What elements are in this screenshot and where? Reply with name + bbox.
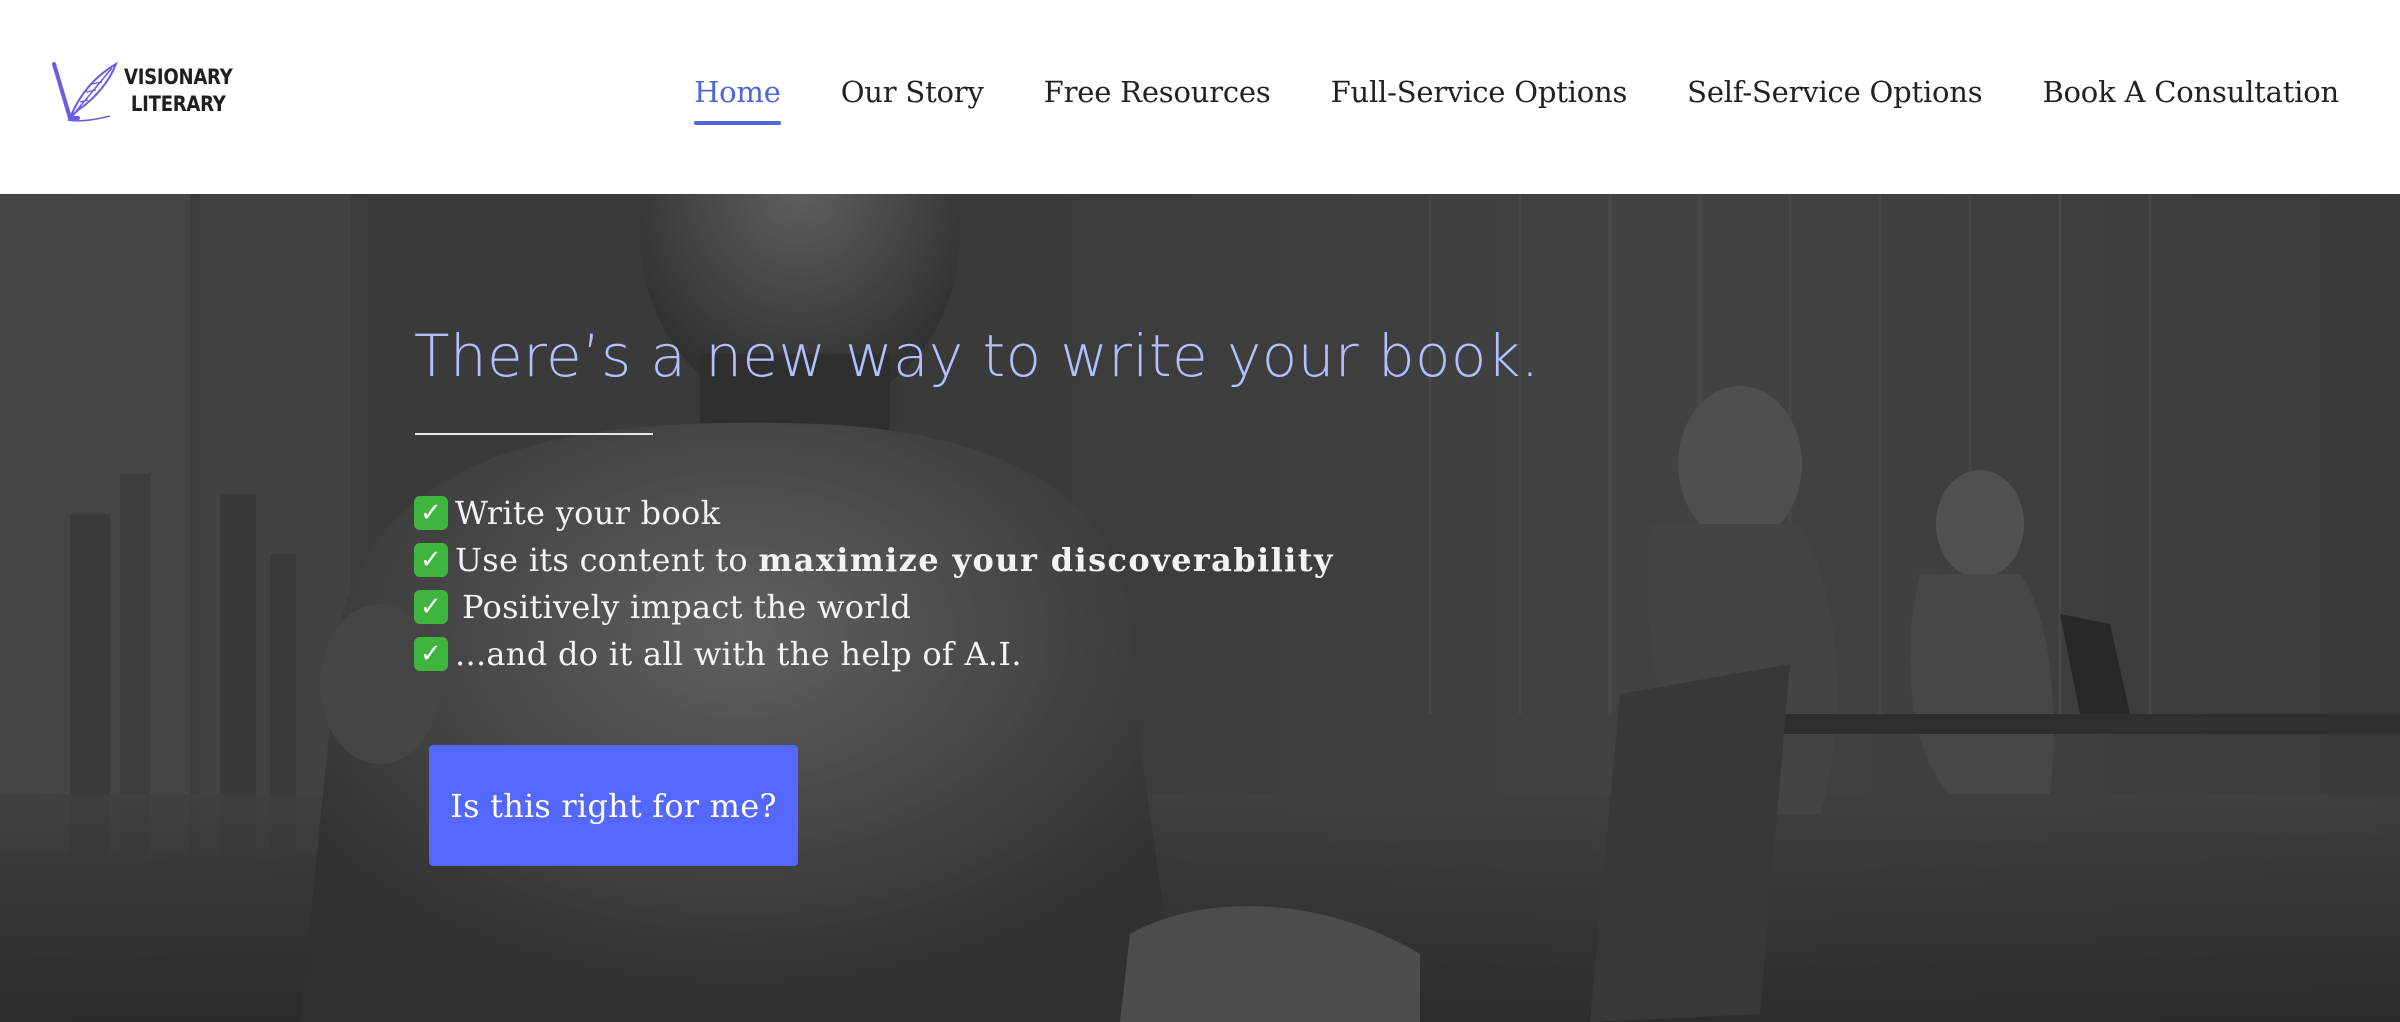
- benefit-text: ...and do it all with the help of A.I.: [455, 634, 1022, 673]
- logo-wordmark: VISIONARY LITERARY: [124, 64, 233, 118]
- benefit-text: Use its content to maximize your discove…: [455, 541, 1334, 579]
- benefit-bold: maximize your discoverability: [758, 540, 1334, 579]
- hero-section: There’s a new way to write your book. ✓ …: [0, 194, 2400, 1022]
- benefit-text: Write your book: [455, 493, 721, 532]
- nav-full-service-options[interactable]: Full-Service Options: [1331, 62, 1628, 122]
- nav-home[interactable]: Home: [694, 62, 781, 125]
- nav-free-resources[interactable]: Free Resources: [1044, 62, 1271, 122]
- check-mark-icon: ✓: [414, 495, 448, 530]
- site-header: VISIONARY LITERARY Home Our Story Free R…: [0, 0, 2400, 194]
- nav-our-story[interactable]: Our Story: [841, 62, 984, 122]
- benefit-item: ✓ ...and do it all with the help of A.I.: [414, 630, 1334, 677]
- logo-line-2: LITERARY: [130, 92, 226, 116]
- is-this-right-for-me-button[interactable]: Is this right for me?: [429, 745, 798, 866]
- benefit-item: ✓ Positively impact the world: [414, 583, 1334, 630]
- nav-self-service-options[interactable]: Self-Service Options: [1687, 62, 1982, 122]
- check-mark-icon: ✓: [414, 589, 448, 624]
- check-mark-icon: ✓: [414, 636, 448, 671]
- nav-book-a-consultation[interactable]: Book A Consultation: [2042, 62, 2339, 122]
- check-mark-icon: ✓: [414, 542, 448, 577]
- logo-line-1: VISIONARY: [124, 65, 233, 89]
- quill-v-logo-icon: [52, 61, 118, 122]
- benefit-item: ✓ Write your book: [414, 489, 1334, 536]
- hero-divider: [415, 433, 653, 435]
- main-nav: Home Our Story Free Resources Full-Servi…: [694, 62, 2339, 125]
- benefit-item: ✓ Use its content to maximize your disco…: [414, 536, 1334, 583]
- benefit-prefix: Use its content to: [455, 540, 759, 579]
- benefits-list: ✓ Write your book ✓ Use its content to m…: [414, 489, 1334, 677]
- site-logo[interactable]: VISIONARY LITERARY: [48, 58, 233, 124]
- hero-content: There’s a new way to write your book. ✓ …: [414, 194, 1814, 1022]
- benefit-text: Positively impact the world: [462, 587, 912, 626]
- hero-headline: There’s a new way to write your book.: [414, 322, 1540, 390]
